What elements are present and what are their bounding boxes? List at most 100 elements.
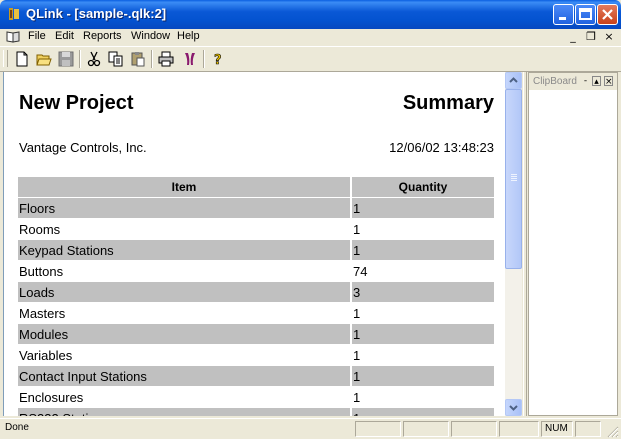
summary-table: Item Quantity Floors 1 Rooms 1 Keypad Stat… [18, 177, 494, 416]
maximize-button[interactable] [575, 4, 596, 25]
table-row: Floors 1 [18, 197, 494, 219]
menu-help[interactable]: Help [177, 30, 200, 42]
clipboard-pane: ClipBoard - ▴ × [528, 72, 618, 416]
title-bar[interactable]: QLink - [sample-.qlk:2] [0, 0, 621, 29]
table-header-row: Item Quantity [18, 177, 494, 198]
mdi-restore-button[interactable]: ❐ [584, 30, 598, 43]
report-view[interactable]: New Project Summary Vantage Controls, In… [3, 72, 506, 416]
status-panel [355, 421, 401, 437]
quantity-cell: 3 [351, 281, 494, 303]
quantity-cell: 1 [351, 407, 494, 416]
menu-file[interactable]: File [28, 30, 46, 42]
document-icon[interactable] [6, 30, 20, 43]
quantity-cell: 1 [351, 302, 494, 324]
report-datetime: 12/06/02 13:48:23 [389, 140, 494, 155]
quantity-cell: 74 [351, 260, 494, 282]
item-cell: Enclosures [18, 386, 352, 408]
quantity-cell: 1 [351, 323, 494, 345]
toolbar-separator [151, 50, 153, 68]
status-panel [403, 421, 449, 437]
num-lock-indicator: NUM [541, 421, 573, 437]
table-row: Contact Input Stations 1 [18, 365, 494, 387]
new-button[interactable] [12, 49, 32, 69]
close-button[interactable] [597, 4, 618, 25]
quantity-cell: 1 [351, 386, 494, 408]
company-name: Vantage Controls, Inc. [19, 140, 147, 155]
minimize-button[interactable] [553, 4, 574, 25]
qlink-window: QLink - [sample-.qlk:2] File Edit Report… [0, 0, 621, 439]
scroll-down-button[interactable] [505, 399, 522, 416]
mdi-minimize-button[interactable]: _ [566, 30, 580, 43]
status-bar: Done NUM [0, 418, 621, 439]
help-icon: ? [214, 53, 222, 67]
item-cell: RS232 Stations [18, 407, 352, 416]
item-cell: Rooms [18, 218, 352, 240]
item-cell: Masters [18, 302, 352, 324]
quantity-cell: 1 [351, 344, 494, 366]
mdi-close-button[interactable]: × [602, 30, 616, 43]
clipboard-pin-button[interactable]: - [581, 76, 590, 86]
status-panel [575, 421, 601, 437]
clipboard-header: ClipBoard - ▴ × [529, 73, 617, 90]
cut-scissors-icon [87, 51, 101, 67]
menu-window[interactable]: Window [131, 30, 170, 42]
clipboard-title: ClipBoard [533, 76, 577, 87]
scroll-up-button[interactable] [505, 72, 522, 89]
quantity-cell: 1 [351, 365, 494, 387]
svg-text:?: ? [214, 53, 222, 67]
paste-button[interactable] [128, 49, 148, 69]
new-file-icon [16, 51, 28, 67]
scroll-thumb[interactable] [505, 89, 522, 269]
qlink-app-icon[interactable] [6, 6, 22, 22]
column-header-quantity: Quantity [351, 177, 494, 198]
report-title: New Project [19, 92, 134, 114]
copy-button[interactable] [106, 49, 126, 69]
arrow-down-icon [509, 405, 518, 411]
table-row: Variables 1 [18, 344, 494, 366]
toolbar: ? [0, 46, 621, 72]
menu-reports[interactable]: Reports [83, 30, 122, 42]
arrow-up-icon [509, 77, 518, 83]
menu-edit[interactable]: Edit [55, 30, 74, 42]
save-button[interactable] [56, 49, 76, 69]
table-row: Modules 1 [18, 323, 494, 345]
status-panel [451, 421, 497, 437]
pane-splitter[interactable] [523, 72, 527, 416]
save-disk-icon [58, 51, 74, 67]
quantity-cell: 1 [351, 239, 494, 261]
item-cell: Modules [18, 323, 352, 345]
menu-bar: File Edit Reports Window Help _ ❐ × [0, 29, 621, 45]
toolbar-grip[interactable] [3, 50, 8, 67]
item-cell: Variables [18, 344, 352, 366]
item-cell: Buttons [18, 260, 352, 282]
toolbar-separator [203, 50, 205, 68]
vertical-scrollbar[interactable] [505, 72, 522, 416]
maximize-icon [579, 8, 592, 20]
status-text: Done [5, 422, 29, 433]
print-icon [158, 51, 174, 67]
clipboard-close-button[interactable]: × [604, 76, 613, 87]
column-header-item: Item [18, 177, 352, 198]
table-row: Loads 3 [18, 281, 494, 303]
item-cell: Floors [18, 197, 352, 219]
help-button[interactable]: ? [208, 49, 228, 69]
table-row: Enclosures 1 [18, 386, 494, 408]
quantity-cell: 1 [351, 218, 494, 240]
table-row: Keypad Stations 1 [18, 239, 494, 261]
table-row: Buttons 74 [18, 260, 494, 282]
minimize-icon [559, 17, 566, 20]
close-icon [602, 9, 613, 20]
table-row: RS232 Stations1 [18, 407, 494, 416]
resize-grip-icon[interactable] [607, 426, 619, 438]
item-cell: Loads [18, 281, 352, 303]
open-button[interactable] [34, 49, 54, 69]
print-button[interactable] [156, 49, 176, 69]
clipboard-float-button[interactable]: ▴ [592, 76, 601, 87]
copy-icon [108, 51, 123, 67]
item-cell: Contact Input Stations [18, 365, 352, 387]
vantage-button[interactable] [180, 49, 200, 69]
toolbar-separator [79, 50, 81, 68]
report-summary-label: Summary [402, 92, 494, 114]
open-folder-icon [36, 54, 52, 66]
cut-button[interactable] [84, 49, 104, 69]
